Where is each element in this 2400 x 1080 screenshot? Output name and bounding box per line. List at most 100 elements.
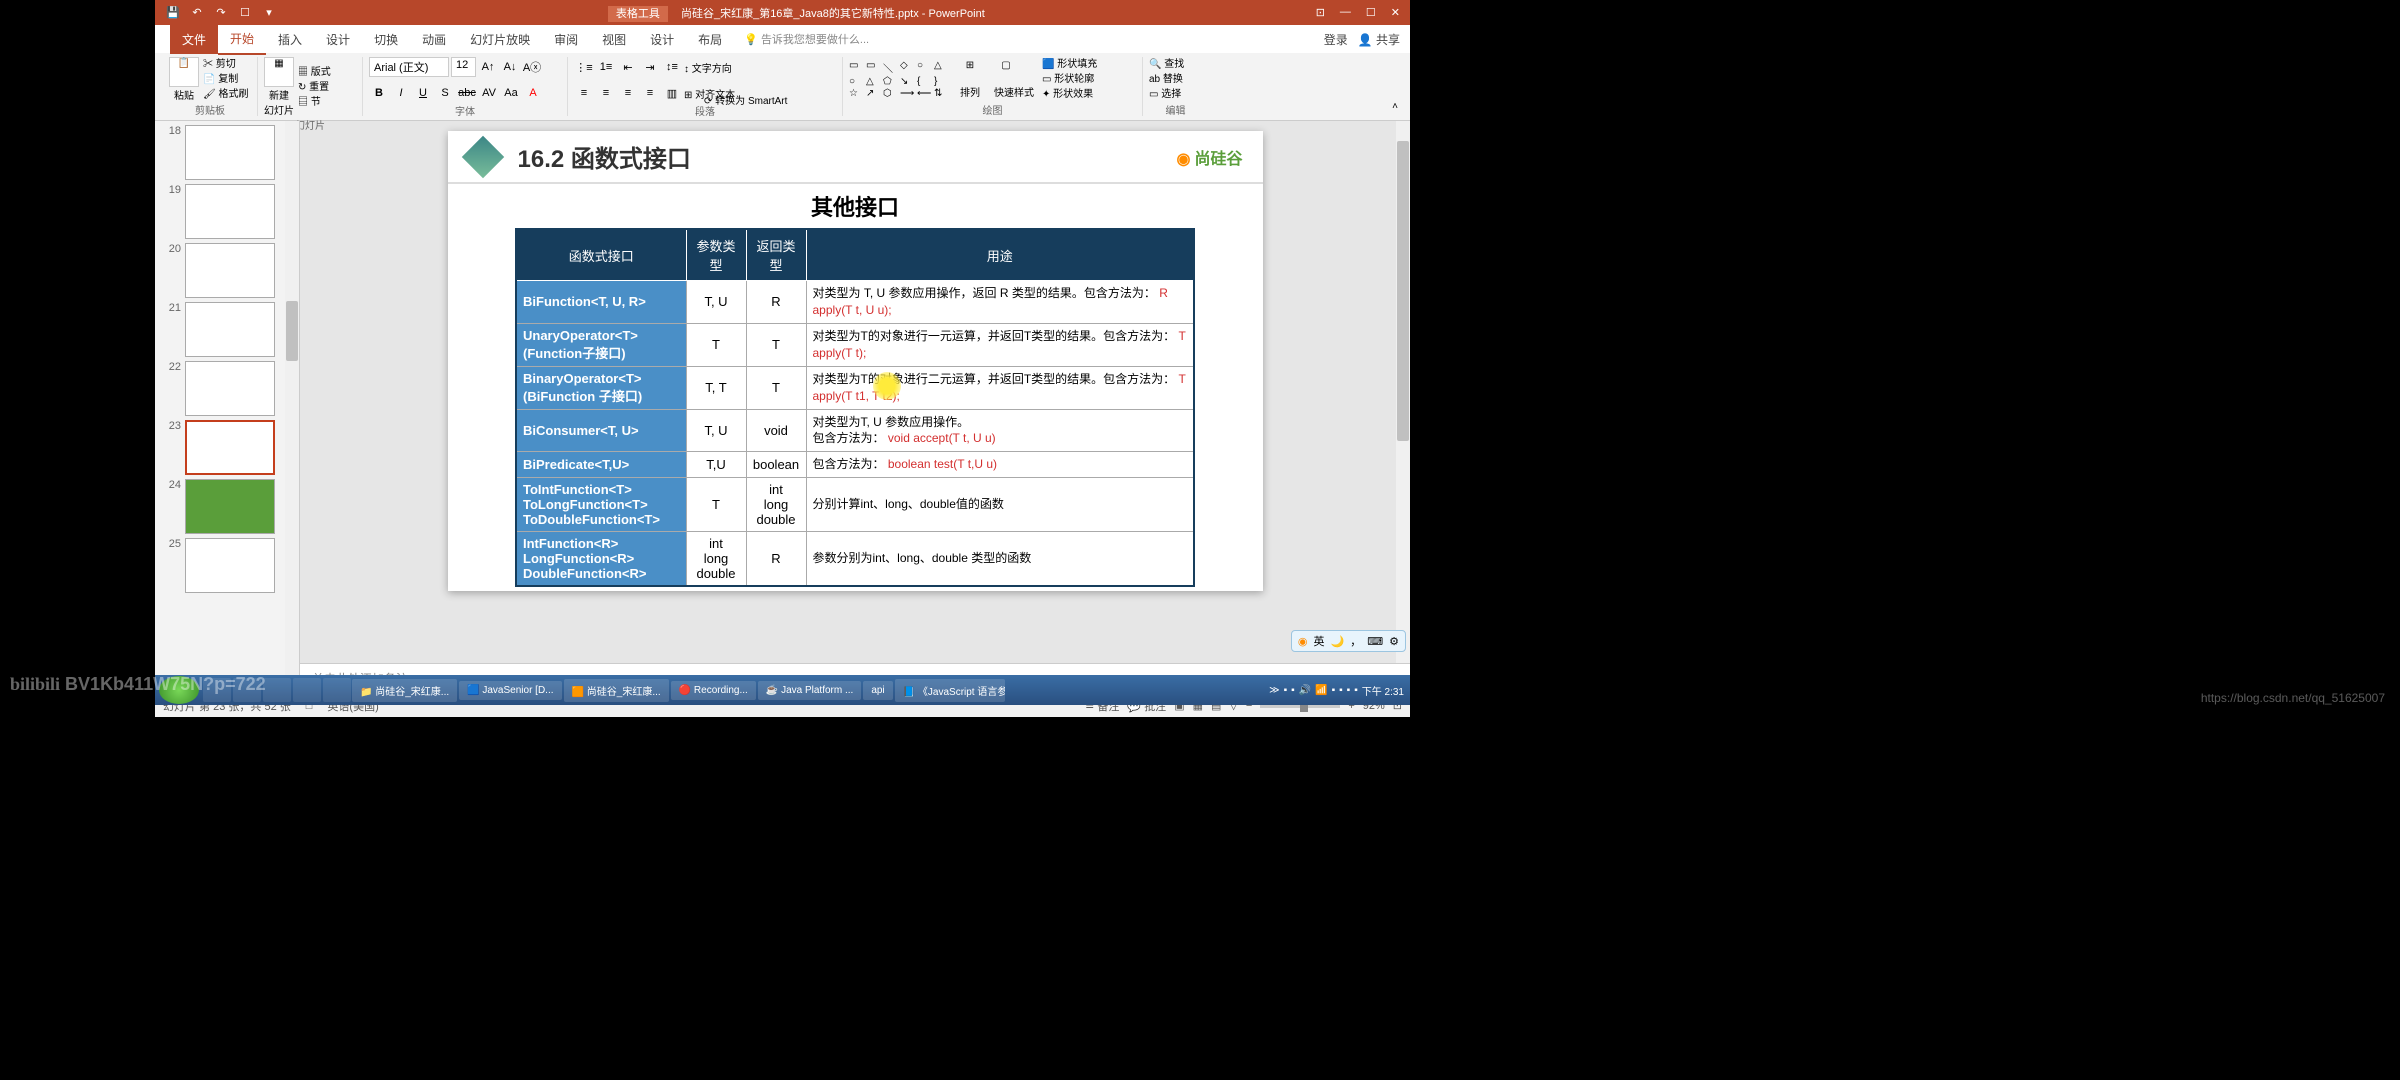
touch-icon[interactable]: ☐ (237, 5, 253, 21)
interface-table[interactable]: 函数式接口 参数类型 返回类型 用途 BiFunction<T, U, R> T… (515, 228, 1195, 587)
slide-panel[interactable]: 18 19 20 21 22 23 24 25 (155, 121, 300, 693)
find-button[interactable]: 🔍 查找 (1149, 57, 1202, 72)
clock[interactable]: 下午 2:31 (1362, 683, 1404, 698)
qat-more-icon[interactable]: ▾ (261, 5, 277, 21)
tray-icon[interactable]: ▪ (1354, 685, 1358, 696)
thumbnails-scrollbar[interactable] (285, 121, 299, 693)
taskbar-task[interactable]: 🔴 Recording... (671, 681, 756, 700)
copy-button[interactable]: 📄 复制 (203, 72, 248, 87)
ribbon-options-icon[interactable]: ⊡ (1316, 6, 1325, 19)
thumbnail-18[interactable]: 18 (161, 125, 293, 180)
taskbar-task[interactable]: ☕ Java Platform ... (758, 681, 861, 700)
strike-icon[interactable]: abc (457, 83, 477, 103)
tray-icon[interactable]: ▪ (1332, 685, 1336, 696)
thumbnail-22[interactable]: 22 (161, 361, 293, 416)
tab-view[interactable]: 视图 (590, 25, 638, 54)
taskbar-task[interactable]: 🟧 尚硅谷_宋红康... (564, 679, 669, 702)
quick-styles-button[interactable]: 快速样式 (994, 84, 1034, 99)
shape-fill-button[interactable]: 🟦 形状填充 (1042, 57, 1097, 72)
align-center-icon[interactable]: ≡ (596, 83, 616, 103)
save-icon[interactable]: 💾 (165, 5, 181, 21)
tray-icon[interactable]: ▪ (1339, 685, 1343, 696)
ime-bar[interactable]: ◉ 英 🌙 ， ⌨ ⚙ (1291, 630, 1406, 652)
section-button[interactable]: ▤ 节 (298, 95, 331, 110)
collapse-ribbon-icon[interactable]: ˄ (1388, 97, 1402, 116)
line-spacing-icon[interactable]: ↕≡ (662, 57, 682, 77)
italic-icon[interactable]: I (391, 83, 411, 103)
taskbar-task[interactable]: api (863, 681, 892, 700)
tab-file[interactable]: 文件 (170, 25, 218, 54)
thumbnail-25[interactable]: 25 (161, 538, 293, 593)
tell-me-input[interactable]: 💡 告诉我您想要做什么... (744, 31, 869, 47)
thumbnail-19[interactable]: 19 (161, 184, 293, 239)
tab-design[interactable]: 设计 (314, 25, 362, 54)
tab-review[interactable]: 审阅 (542, 25, 590, 54)
tray-icon[interactable]: ▪ (1291, 685, 1295, 696)
text-direction-button[interactable]: ↕ 文字方向 (684, 60, 732, 75)
indent-icon[interactable]: ⇥ (640, 57, 660, 77)
tab-transitions[interactable]: 切换 (362, 25, 410, 54)
case-icon[interactable]: Aa (501, 83, 521, 103)
new-slide-icon[interactable]: ▦ (264, 57, 294, 87)
shadow-icon[interactable]: S (435, 83, 455, 103)
taskbar-task[interactable]: 📘 《JavaScript 语言参考...》 (895, 679, 1005, 702)
undo-icon[interactable]: ↶ (189, 5, 205, 21)
bullets-icon[interactable]: ⋮≡ (574, 57, 594, 77)
underline-icon[interactable]: U (413, 83, 433, 103)
grow-font-icon[interactable]: A↑ (478, 57, 498, 77)
arrange-icon[interactable]: ⊞ (958, 60, 982, 84)
cut-button[interactable]: ✂ 剪切 (203, 57, 248, 72)
paste-button[interactable]: 粘贴 (169, 87, 199, 102)
shape-outline-button[interactable]: ▭ 形状轮廓 (1042, 72, 1097, 87)
tray-icon[interactable]: ▪ (1347, 685, 1351, 696)
char-space-icon[interactable]: AV (479, 83, 499, 103)
pinned-app-4[interactable] (293, 678, 321, 702)
bold-icon[interactable]: B (369, 83, 389, 103)
select-button[interactable]: ▭ 选择 (1149, 87, 1202, 102)
pinned-app-3[interactable] (263, 678, 291, 702)
replace-button[interactable]: ab 替换 (1149, 72, 1202, 87)
tab-insert[interactable]: 插入 (266, 25, 314, 54)
align-right-icon[interactable]: ≡ (618, 83, 638, 103)
layout-button[interactable]: ▦ 版式 (298, 65, 331, 80)
columns-icon[interactable]: ▥ (662, 83, 682, 103)
tray-volume-icon[interactable]: 🔊 (1299, 685, 1311, 696)
login-button[interactable]: 登录 (1324, 31, 1348, 48)
pinned-app-5[interactable] (323, 678, 351, 702)
taskbar-task[interactable]: 🟦 JavaSenior [D... (459, 681, 561, 700)
thumbnail-21[interactable]: 21 (161, 302, 293, 357)
outdent-icon[interactable]: ⇤ (618, 57, 638, 77)
shape-effects-button[interactable]: ✦ 形状效果 (1042, 87, 1097, 102)
font-color-icon[interactable]: A (523, 83, 543, 103)
tray-network-icon[interactable]: 📶 (1315, 685, 1327, 696)
new-slide-button[interactable]: 新建 幻灯片 (264, 87, 294, 117)
tab-animations[interactable]: 动画 (410, 25, 458, 54)
quick-styles-icon[interactable]: ▢ (994, 60, 1018, 84)
ime-lang[interactable]: 英 (1314, 633, 1325, 649)
shapes-gallery[interactable]: ▭▭＼◇○△ ○△⬠↘{} ☆↗⬡⟶⟵⇅ (849, 60, 950, 99)
redo-icon[interactable]: ↷ (213, 5, 229, 21)
reset-button[interactable]: ↻ 重置 (298, 80, 331, 95)
font-name-input[interactable]: Arial (正文) (369, 57, 449, 77)
thumbnail-24[interactable]: 24 (161, 479, 293, 534)
tab-slideshow[interactable]: 幻灯片放映 (458, 25, 542, 54)
smartart-button[interactable]: ⟳ 转换为 SmartArt (704, 92, 787, 107)
paste-icon[interactable]: 📋 (169, 57, 199, 87)
tray-expand-icon[interactable]: ≫ (1269, 685, 1279, 696)
ime-settings-icon[interactable]: ⚙ (1389, 635, 1399, 648)
taskbar-task[interactable]: 📁 尚硅谷_宋红康... (352, 679, 457, 702)
numbering-icon[interactable]: 1≡ (596, 57, 616, 77)
clear-format-icon[interactable]: Aⓧ (522, 57, 542, 77)
shrink-font-icon[interactable]: A↓ (500, 57, 520, 77)
justify-icon[interactable]: ≡ (640, 83, 660, 103)
minimize-icon[interactable]: — (1340, 6, 1351, 19)
ime-moon-icon[interactable]: 🌙 (1331, 635, 1345, 648)
arrange-button[interactable]: 排列 (958, 84, 982, 99)
maximize-icon[interactable]: ☐ (1366, 6, 1376, 19)
tab-home[interactable]: 开始 (218, 24, 266, 55)
tray-icon[interactable]: ▪ (1284, 685, 1288, 696)
font-size-input[interactable]: 12 (451, 57, 476, 77)
share-button[interactable]: 👤 共享 (1358, 31, 1400, 48)
tab-table-layout[interactable]: 布局 (686, 25, 734, 54)
tab-table-design[interactable]: 设计 (638, 25, 686, 54)
